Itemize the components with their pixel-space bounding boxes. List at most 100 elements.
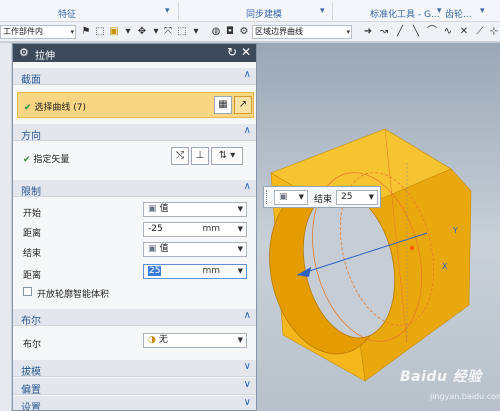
arc-icon[interactable]: ⌒	[426, 26, 438, 38]
section-header-settings[interactable]: 设置 ∨	[13, 396, 256, 410]
ribbon-group-feature[interactable]: 特征	[58, 7, 76, 20]
tangent-icon[interactable]: ⟋	[474, 26, 486, 38]
cube-icon[interactable]: ◘	[224, 26, 236, 38]
ribbon-sync-more-icon[interactable]: ▾	[320, 6, 325, 16]
section-header-direction[interactable]: 方向 ∧	[13, 124, 256, 142]
start-type-dropdown[interactable]: ▣ 值 ▼	[143, 202, 247, 217]
dropdown-arrow-icon[interactable]: ▾	[150, 26, 162, 38]
settings-icon[interactable]: ⚙	[238, 26, 250, 38]
chevron-up-icon[interactable]: ∧	[244, 181, 251, 192]
start-distance-label: 距离	[23, 229, 42, 239]
curve-selection-button[interactable]: ↗	[234, 96, 252, 114]
start-label: 开始	[23, 209, 42, 219]
midpoint-icon[interactable]: ⊹	[488, 26, 500, 38]
chevron-down-icon: ▾	[70, 28, 74, 36]
ribbon-std-more-icon[interactable]: ▾	[437, 6, 442, 16]
section-header-limits[interactable]: 限制 ∧	[13, 180, 256, 198]
select-curve-row[interactable]: ✔ 选择曲线 (7) ▦ ↗	[17, 92, 254, 118]
chevron-down-icon[interactable]: ∨	[244, 397, 251, 408]
gear-icon: ⚙	[19, 46, 29, 59]
handle-point[interactable]	[409, 245, 415, 251]
chevron-down-icon: ▼	[368, 193, 374, 201]
ribbon-feature-more-icon[interactable]: ▾	[165, 6, 170, 16]
ribbon-gear-more-icon[interactable]: ▾	[480, 6, 485, 16]
extrude-dialog: ⚙ 拉伸 ↻ ✕ 截面 ∧ ✔ 选择曲线 (7) ▦ ↗ 方向 ∧ ✔ 指定矢量…	[12, 43, 257, 411]
box-select-icon[interactable]: ⬚	[176, 26, 188, 38]
chevron-down-icon: ▾	[346, 28, 350, 36]
curve-rule-dropdown[interactable]: 区域边界曲线 ▾	[252, 25, 352, 39]
chevron-down-icon: ▼	[237, 225, 243, 233]
open-profile-label: 开放轮廓智能体积	[37, 290, 110, 300]
axis-x-label: X	[442, 262, 448, 271]
view-icon[interactable]: ◍	[210, 26, 222, 38]
end-distance-input[interactable]: 25 mm ▼	[143, 264, 247, 279]
check-icon: ✔	[23, 155, 31, 165]
ribbon-group-gear[interactable]: 齿轮...	[445, 7, 472, 20]
chevron-down-icon: ▼	[237, 336, 243, 344]
chevron-down-icon: ▼	[237, 267, 243, 275]
select-all-icon[interactable]: ⬚	[94, 26, 106, 38]
end-mini-label: 结束	[314, 195, 333, 205]
selection-toolbar: 工作部件内 ▾ ⚑ ⬚ ▣ ▾ ✥ ▾ ⤧ ⬚ ▾ ◍ ◘ ⚙ 区域边界曲线 ▾ ➜…	[0, 22, 500, 42]
line-icon[interactable]: ╱	[394, 26, 406, 38]
vector-type-dropdown[interactable]: ⇅ ▾	[211, 147, 243, 165]
ribbon-separator	[178, 2, 179, 20]
end-type-dropdown[interactable]: ▣ 值 ▼	[143, 242, 247, 257]
chevron-down-icon: ▼	[298, 193, 304, 201]
arrow-right-icon[interactable]: ➜	[362, 26, 374, 38]
dropdown-arrow-icon[interactable]: ▾	[190, 26, 202, 38]
filter-icon[interactable]: ⚑	[80, 26, 92, 38]
section-header-section[interactable]: 截面 ∧	[13, 68, 256, 86]
curve-icon[interactable]: ↝	[378, 26, 390, 38]
move-cursor-icon[interactable]: ✥	[136, 26, 148, 38]
chevron-down-icon: ▼	[237, 245, 243, 253]
left-resource-strip	[0, 43, 12, 411]
end-type-mini-dropdown[interactable]: ▣ ▼	[274, 190, 308, 205]
specify-vector-label: ✔ 指定矢量	[23, 155, 70, 165]
ribbon-group-standard-tools[interactable]: 标准化工具 - G...	[370, 7, 440, 20]
sketch-section-button[interactable]: ▦	[214, 96, 232, 114]
section-header-offset[interactable]: 偏置 ∨	[13, 378, 256, 396]
extrude-preview-model[interactable]: Y X	[257, 43, 500, 411]
start-distance-input[interactable]: -25 mm ▼	[143, 222, 247, 237]
ribbon-separator	[332, 2, 333, 20]
end-distance-label: 距离	[23, 271, 42, 281]
ribbon-group-bar: 特征 ▾ 同步建模 ▾ 标准化工具 - G... ▾ 齿轮... ▾	[0, 0, 500, 22]
intersect-icon[interactable]: ✕	[458, 26, 470, 38]
chevron-down-icon[interactable]: ∨	[244, 379, 251, 390]
close-icon[interactable]: ✕	[241, 45, 251, 59]
cube-icon: ▣	[279, 192, 288, 202]
line-icon[interactable]: ╲	[410, 26, 422, 38]
open-profile-checkbox[interactable]	[23, 287, 32, 296]
watermark-url: jingyan.baidu.com	[430, 392, 500, 401]
end-mini-value-input[interactable]: 25 ▼	[336, 190, 378, 205]
reset-icon[interactable]: ↻	[227, 45, 237, 59]
section-header-boolean[interactable]: 布尔 ∧	[13, 309, 256, 327]
section-header-draft[interactable]: 拔模 ∨	[13, 360, 256, 378]
boolean-dropdown[interactable]: ◑ 无 ▼	[143, 333, 247, 348]
snap-point-icon[interactable]: ▣	[108, 26, 120, 38]
vector-dialog-button[interactable]: ⊥	[191, 147, 209, 165]
chevron-down-icon[interactable]: ∨	[244, 361, 251, 372]
ribbon-group-sync-modeling[interactable]: 同步建模	[246, 7, 282, 20]
boolean-none-icon: ◑	[148, 335, 156, 345]
reverse-direction-button[interactable]: ⤭	[171, 147, 189, 165]
cube-icon: ▣	[148, 204, 157, 214]
chevron-up-icon[interactable]: ∧	[244, 125, 251, 136]
selection-scope-dropdown[interactable]: 工作部件内 ▾	[0, 25, 76, 39]
chevron-up-icon[interactable]: ∧	[244, 310, 251, 321]
axis-y-label: Y	[452, 226, 458, 235]
drag-grip[interactable]	[266, 190, 269, 204]
cube-icon: ▣	[148, 244, 157, 254]
chevron-up-icon[interactable]: ∧	[244, 69, 251, 80]
spline-icon[interactable]: ∿	[442, 26, 454, 38]
dialog-title-bar: ⚙ 拉伸 ↻ ✕	[13, 44, 256, 62]
dialog-title: 拉伸	[35, 51, 55, 62]
extend-icon[interactable]: ⤧	[162, 26, 174, 38]
dropdown-arrow-icon[interactable]: ▾	[122, 26, 134, 38]
graphics-viewport[interactable]: Y X	[257, 43, 500, 411]
end-label: 结束	[23, 249, 42, 259]
boolean-label: 布尔	[23, 340, 42, 350]
check-icon: ✔	[24, 103, 32, 113]
dynamic-input-bar[interactable]: ▣ ▼ 结束 25 ▼	[263, 186, 381, 208]
